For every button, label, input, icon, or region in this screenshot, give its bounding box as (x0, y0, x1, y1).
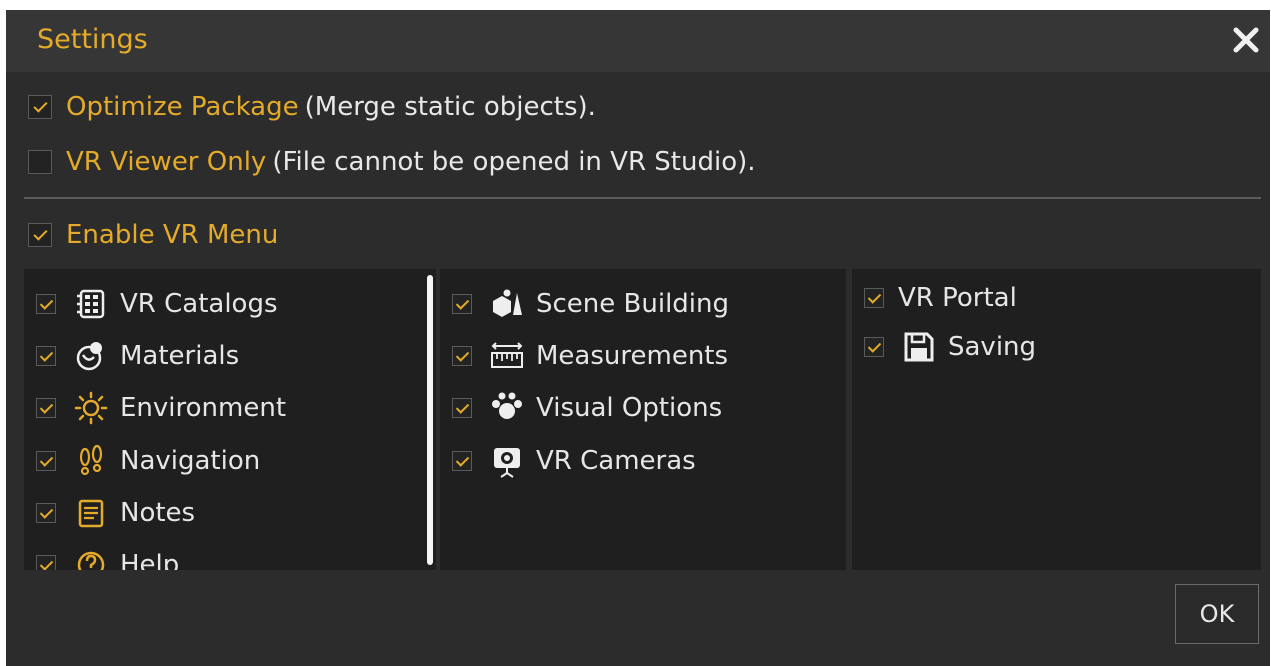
camera-icon (490, 444, 524, 478)
vr-catalogs-label: VR Catalogs (120, 289, 278, 319)
navigation-checkbox[interactable] (36, 451, 56, 471)
menu-item-saving[interactable]: Saving (864, 327, 1036, 367)
ok-button[interactable]: OK (1175, 584, 1259, 644)
visual-options-label: Visual Options (536, 393, 723, 423)
optimize-package-label: Optimize Package (66, 92, 299, 122)
measurements-checkbox[interactable] (452, 346, 472, 366)
environment-checkbox[interactable] (36, 398, 56, 418)
vr-catalogs-checkbox[interactable] (36, 294, 56, 314)
scene-building-checkbox[interactable] (452, 294, 472, 314)
materials-sphere-icon (74, 339, 108, 373)
enable-vr-menu-label: Enable VR Menu (66, 220, 279, 250)
visual-options-checkbox[interactable] (452, 398, 472, 418)
help-icon (74, 548, 108, 570)
menu-item-scene-building[interactable]: Scene Building (452, 284, 729, 324)
navigation-label: Navigation (120, 446, 261, 476)
optimize-package-note: (Merge static objects). (304, 92, 596, 122)
menu-item-measurements[interactable]: Measurements (452, 336, 728, 376)
sun-icon (74, 391, 108, 425)
shapes-icon (490, 287, 524, 321)
catalog-grid-icon (74, 287, 108, 321)
menu-item-navigation[interactable]: Navigation (36, 441, 260, 481)
column-1-scrollbar[interactable] (427, 275, 433, 565)
vr-viewer-only-option[interactable]: VR Viewer Only (File cannot be opened in… (28, 145, 756, 179)
footprints-icon (74, 444, 108, 478)
vr-portal-label: VR Portal (898, 283, 1017, 313)
menu-item-vr-cameras[interactable]: VR Cameras (452, 441, 696, 481)
menu-item-visual-options[interactable]: Visual Options (452, 388, 722, 428)
divider (24, 197, 1261, 199)
vr-cameras-label: VR Cameras (536, 446, 696, 476)
menu-item-vr-catalogs[interactable]: VR Catalogs (36, 284, 278, 324)
menu-column-1: VR Catalogs Materials Environment Naviga… (24, 269, 436, 570)
scene-building-label: Scene Building (536, 289, 730, 319)
menu-item-environment[interactable]: Environment (36, 388, 286, 428)
vr-cameras-checkbox[interactable] (452, 451, 472, 471)
optimize-package-checkbox[interactable] (28, 95, 52, 119)
menu-column-2: Scene Building Measurements Visual Optio… (440, 269, 846, 570)
saving-checkbox[interactable] (864, 337, 884, 357)
enable-vr-menu-option[interactable]: Enable VR Menu (28, 218, 278, 252)
measurements-label: Measurements (536, 341, 729, 371)
notes-icon (74, 496, 108, 530)
vr-portal-checkbox[interactable] (864, 288, 884, 308)
saving-label: Saving (948, 332, 1037, 362)
menu-item-notes[interactable]: Notes (36, 493, 195, 533)
menu-item-vr-portal[interactable]: VR Portal (864, 278, 1017, 318)
environment-label: Environment (120, 393, 287, 423)
enable-vr-menu-checkbox[interactable] (28, 223, 52, 247)
visual-options-icon (490, 391, 524, 425)
notes-checkbox[interactable] (36, 503, 56, 523)
ruler-icon (490, 339, 524, 373)
menu-item-help[interactable]: Help (36, 545, 179, 570)
close-icon[interactable] (1228, 22, 1264, 58)
notes-label: Notes (120, 498, 196, 528)
help-label: Help (120, 550, 180, 570)
dialog-titlebar: Settings (6, 10, 1270, 72)
help-checkbox[interactable] (36, 555, 56, 570)
optimize-package-option[interactable]: Optimize Package (Merge static objects). (28, 90, 596, 124)
dialog-title: Settings (37, 24, 148, 55)
materials-checkbox[interactable] (36, 346, 56, 366)
vr-viewer-only-checkbox[interactable] (28, 150, 52, 174)
menu-item-materials[interactable]: Materials (36, 336, 239, 376)
menu-column-3: VR Portal Saving (852, 269, 1261, 570)
settings-dialog: Settings Optimize Package (Merge static … (6, 10, 1270, 666)
vr-viewer-only-label: VR Viewer Only (66, 147, 267, 177)
vr-viewer-only-note: (File cannot be opened in VR Studio). (272, 147, 756, 177)
save-icon (902, 330, 936, 364)
materials-label: Materials (120, 341, 240, 371)
